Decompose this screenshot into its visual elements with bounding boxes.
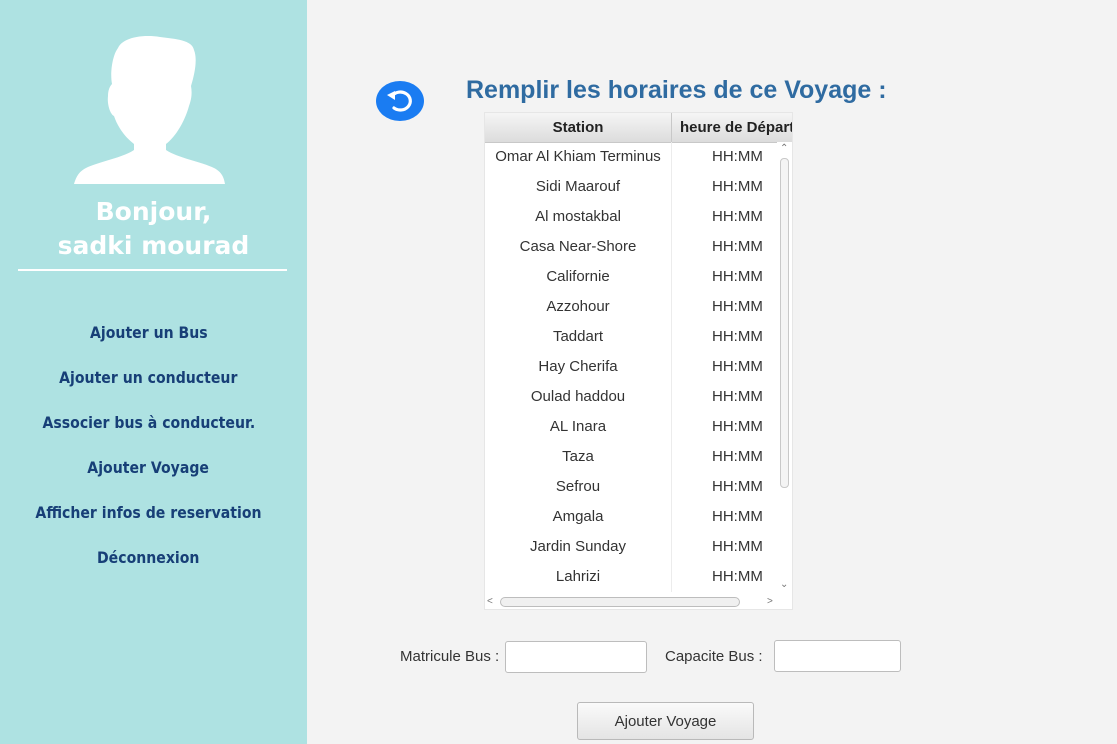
horizontal-scroll-thumb[interactable] — [500, 597, 740, 607]
table-row[interactable]: Hay Cherifa HH:MM — [485, 352, 777, 382]
heure-depart-cell[interactable]: HH:MM — [672, 292, 777, 322]
vertical-scroll-thumb[interactable] — [780, 158, 789, 488]
greeting-user-name: sadki mourad — [57, 231, 250, 260]
heure-depart-cell[interactable]: HH:MM — [672, 232, 777, 262]
table-row[interactable]: Oulad haddou HH:MM — [485, 382, 777, 412]
station-cell[interactable]: Lahrizi — [485, 562, 672, 592]
table-row[interactable]: Lahrizi HH:MM — [485, 562, 777, 592]
scroll-left-arrow-icon[interactable]: < — [487, 597, 493, 607]
menu-item-ajouter-voyage[interactable]: Ajouter Voyage — [0, 445, 297, 490]
table-row[interactable]: Casa Near-Shore HH:MM — [485, 232, 777, 262]
menu-item-label: Associer bus à conducteur. — [42, 413, 255, 432]
table-row[interactable]: Jardin Sunday HH:MM — [485, 532, 777, 562]
scroll-up-arrow-icon[interactable]: ⌃ — [780, 144, 788, 154]
station-cell[interactable]: Taza — [485, 442, 672, 472]
station-cell[interactable]: Amgala — [485, 502, 672, 532]
matricule-input[interactable] — [505, 641, 647, 673]
station-cell[interactable]: Azzohour — [485, 292, 672, 322]
station-cell[interactable]: Californie — [485, 262, 672, 292]
menu-item-label: Ajouter un conducteur — [59, 368, 238, 387]
sidebar-menu: Ajouter un Bus Ajouter un conducteur Ass… — [0, 310, 297, 580]
table-row[interactable]: AL Inara HH:MM — [485, 412, 777, 442]
menu-item-associer-bus-conducteur[interactable]: Associer bus à conducteur. — [0, 400, 297, 445]
heure-depart-cell[interactable]: HH:MM — [672, 322, 777, 352]
table-row[interactable]: Omar Al Khiam Terminus HH:MM — [485, 142, 777, 172]
menu-item-label: Ajouter un Bus — [89, 323, 208, 342]
station-cell[interactable]: Oulad haddou — [485, 382, 672, 412]
table-body: Omar Al Khiam Terminus HH:MM Sidi Maarouf H… — [485, 142, 777, 592]
station-cell[interactable]: Jardin Sunday — [485, 532, 672, 562]
capacite-label: Capacite Bus : — [665, 648, 763, 665]
scroll-right-arrow-icon[interactable]: > — [767, 597, 773, 607]
greeting: Bonjour, sadki mourad — [0, 195, 307, 263]
station-cell[interactable]: Casa Near-Shore — [485, 232, 672, 262]
column-header-heure-depart[interactable]: heure de Départ — [672, 113, 792, 142]
table-row[interactable]: Sidi Maarouf HH:MM — [485, 172, 777, 202]
heure-depart-cell[interactable]: HH:MM — [672, 382, 777, 412]
vertical-scrollbar[interactable]: ⌃ ⌄ — [777, 142, 792, 592]
table-row[interactable]: Azzohour HH:MM — [485, 292, 777, 322]
station-cell[interactable]: Al mostakbal — [485, 202, 672, 232]
menu-item-label: Afficher infos de reservation — [35, 503, 262, 522]
station-cell[interactable]: Omar Al Khiam Terminus — [485, 142, 672, 172]
table-row[interactable]: Al mostakbal HH:MM — [485, 202, 777, 232]
station-cell[interactable]: Sefrou — [485, 472, 672, 502]
menu-item-ajouter-conducteur[interactable]: Ajouter un conducteur — [0, 355, 297, 400]
column-header-station[interactable]: Station — [485, 113, 672, 142]
heure-depart-cell[interactable]: HH:MM — [672, 202, 777, 232]
table-row[interactable]: Sefrou HH:MM — [485, 472, 777, 502]
station-cell[interactable]: AL Inara — [485, 412, 672, 442]
heure-depart-cell[interactable]: HH:MM — [672, 472, 777, 502]
page-title: Remplir les horaires de ce Voyage : — [466, 76, 887, 104]
sidebar: Bonjour, sadki mourad Ajouter un Bus Ajo… — [0, 0, 307, 744]
greeting-line-1: Bonjour, — [95, 197, 212, 226]
user-avatar-icon — [74, 36, 225, 184]
heure-depart-cell[interactable]: HH:MM — [672, 352, 777, 382]
table-row[interactable]: Taddart HH:MM — [485, 322, 777, 352]
undo-icon[interactable] — [376, 81, 424, 121]
table-row[interactable]: Amgala HH:MM — [485, 502, 777, 532]
ajouter-voyage-button[interactable]: Ajouter Voyage — [577, 702, 754, 740]
heure-depart-cell[interactable]: HH:MM — [672, 142, 777, 172]
heure-depart-cell[interactable]: HH:MM — [672, 412, 777, 442]
station-cell[interactable]: Sidi Maarouf — [485, 172, 672, 202]
capacite-input[interactable] — [774, 640, 901, 672]
menu-item-label: Ajouter Voyage — [87, 458, 210, 477]
table-row[interactable]: Californie HH:MM — [485, 262, 777, 292]
scroll-down-arrow-icon[interactable]: ⌄ — [780, 580, 788, 590]
schedule-table: Station heure de Départ Omar Al Khiam Te… — [484, 112, 793, 610]
sidebar-divider — [18, 269, 287, 271]
horizontal-scrollbar[interactable]: < > — [485, 593, 792, 609]
table-row[interactable]: Taza HH:MM — [485, 442, 777, 472]
menu-item-ajouter-bus[interactable]: Ajouter un Bus — [0, 310, 297, 355]
heure-depart-cell[interactable]: HH:MM — [672, 262, 777, 292]
heure-depart-cell[interactable]: HH:MM — [672, 442, 777, 472]
heure-depart-cell[interactable]: HH:MM — [672, 172, 777, 202]
menu-item-deconnexion[interactable]: Déconnexion — [0, 535, 297, 580]
station-cell[interactable]: Taddart — [485, 322, 672, 352]
heure-depart-cell[interactable]: HH:MM — [672, 502, 777, 532]
menu-item-afficher-reservation[interactable]: Afficher infos de reservation — [0, 490, 297, 535]
menu-item-label: Déconnexion — [97, 548, 200, 567]
matricule-label: Matricule Bus : — [400, 648, 500, 665]
table-header: Station heure de Départ — [485, 113, 792, 143]
heure-depart-cell[interactable]: HH:MM — [672, 532, 777, 562]
heure-depart-cell[interactable]: HH:MM — [672, 562, 777, 592]
station-cell[interactable]: Hay Cherifa — [485, 352, 672, 382]
